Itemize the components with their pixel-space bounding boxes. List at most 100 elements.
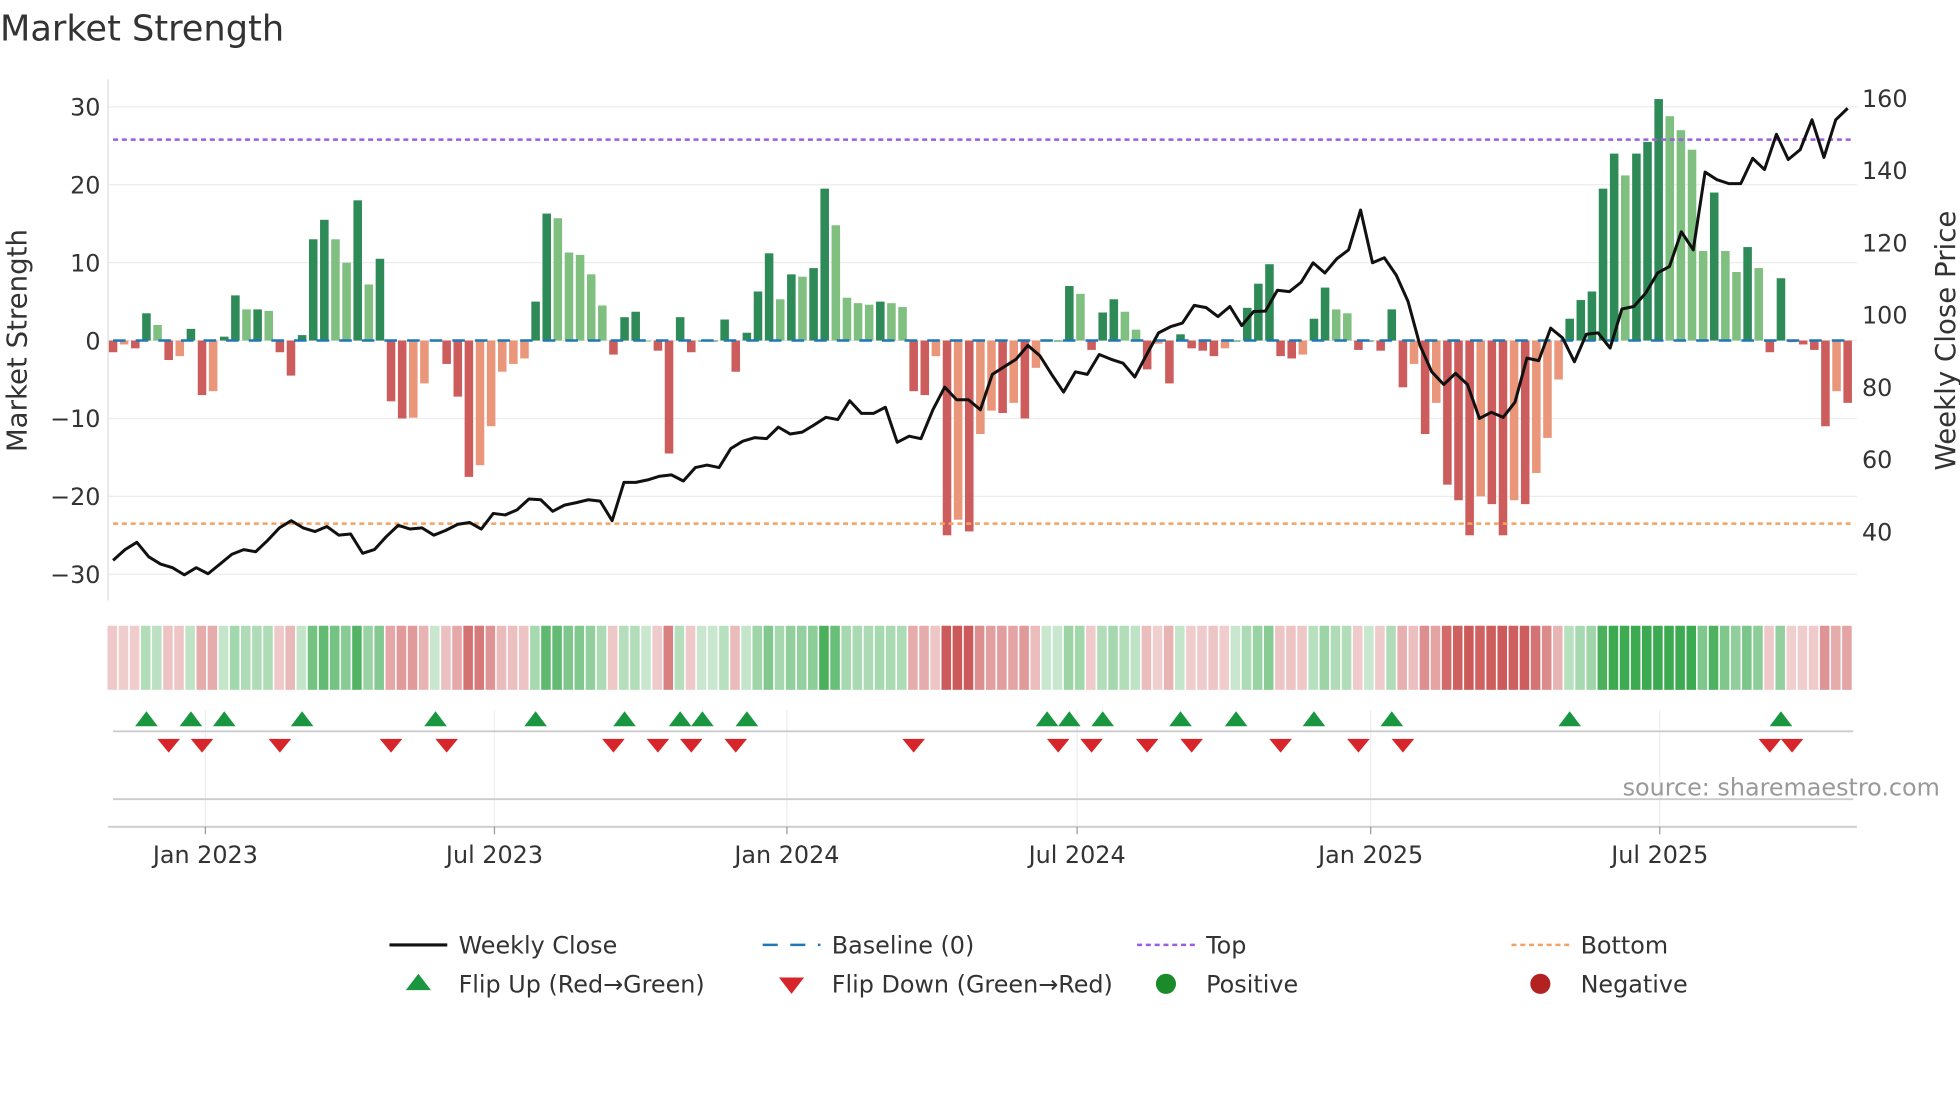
strength-bar [931, 340, 941, 357]
strip-cell [874, 625, 885, 690]
strip-cell [452, 625, 462, 690]
strip-cell [796, 625, 807, 690]
legend: Weekly Close Baseline (0) Top Bottom Flip Up… [389, 932, 1688, 999]
strength-bar [242, 309, 251, 341]
strip-cell [674, 625, 685, 690]
flip-down-marker [902, 738, 925, 753]
circle-icon [1530, 973, 1551, 994]
strength-bar [253, 309, 262, 341]
strip-cell [563, 625, 573, 690]
strength-heat-strip [107, 625, 1852, 690]
chart-title: Market Strength [0, 8, 284, 49]
strip-cell [240, 625, 251, 690]
strength-bar [1643, 141, 1652, 341]
strip-cell [1041, 625, 1052, 690]
strip-cell [974, 625, 985, 690]
strength-bar [675, 317, 685, 341]
legend-label: Bottom [1581, 932, 1669, 960]
strength-bar [1698, 250, 1708, 341]
strip-cell [1564, 625, 1574, 690]
x-tick-label: Jan 2025 [1316, 841, 1423, 869]
y-tick-label: −20 [50, 483, 100, 511]
strip-cell [641, 625, 651, 690]
strength-bar [787, 274, 796, 341]
y2-tick-label: 140 [1862, 157, 1908, 185]
flip-down-marker [1391, 738, 1415, 753]
strip-cell [596, 625, 607, 690]
flip-up-marker [1769, 711, 1793, 727]
strength-bar [1843, 340, 1852, 403]
strength-bar [453, 340, 463, 397]
triangle-down-icon [778, 977, 805, 994]
strip-cell [274, 625, 284, 690]
strip-cell [1708, 625, 1719, 690]
strength-bar [1409, 340, 1419, 364]
legend-label: Top [1205, 932, 1246, 960]
strip-cell [930, 625, 940, 690]
strip-cell [1052, 625, 1063, 690]
strip-cell [1275, 625, 1285, 690]
strip-cell [1797, 625, 1808, 690]
strength-bar [1387, 309, 1397, 341]
strength-bar [1665, 116, 1675, 341]
strip-cell [730, 625, 740, 690]
flip-up-marker [1091, 711, 1114, 727]
flip-up-marker [135, 711, 158, 727]
strength-bar [420, 340, 429, 384]
strength-bar [231, 295, 240, 341]
strength-bar [397, 340, 407, 419]
strip-cell [607, 625, 618, 690]
strip-cell [518, 625, 529, 690]
strip-cell [652, 625, 662, 690]
strip-cell [174, 625, 184, 690]
flip-down-marker [268, 738, 292, 753]
y2-axis-label: Weekly Close Price [1929, 211, 1960, 471]
flip-up-marker [1380, 711, 1404, 727]
strip-cell [396, 625, 407, 690]
strength-bar [1487, 340, 1497, 505]
legend-item: Flip Up (Red→Green) [405, 971, 705, 999]
strip-cell [1441, 625, 1452, 690]
strength-bar [286, 340, 296, 376]
strength-bar [731, 340, 741, 372]
strip-cell [1197, 625, 1207, 690]
x-tick-label: Jan 2023 [151, 841, 258, 869]
y2-tick-label: 40 [1862, 518, 1892, 546]
strength-bar [1120, 311, 1130, 341]
strength-bar [1331, 309, 1341, 341]
strength-bar [920, 340, 930, 396]
strength-bar [1721, 250, 1730, 341]
flip-up-marker [524, 711, 547, 727]
circle-icon [1155, 973, 1176, 994]
flip-down-marker [1180, 738, 1203, 753]
strip-cell [1586, 625, 1596, 690]
strip-cell [997, 625, 1007, 690]
strength-bar [753, 291, 763, 341]
strength-bar [164, 340, 173, 361]
y2-tick-label: 100 [1862, 302, 1908, 330]
strip-cell [485, 625, 496, 690]
strength-bar [1165, 340, 1174, 384]
strip-cell [352, 625, 362, 690]
strip-cell [941, 625, 952, 690]
legend-label: Baseline (0) [832, 932, 975, 960]
strength-bar [186, 328, 196, 341]
legend-item: Top [1137, 932, 1246, 960]
strength-bar [1009, 340, 1019, 403]
strength-bar [464, 340, 474, 477]
strip-cell [1308, 625, 1318, 690]
strength-bar [653, 340, 663, 351]
strip-cell [1074, 625, 1085, 690]
strip-cell [1097, 625, 1107, 690]
strength-bar [664, 340, 674, 454]
strip-cell [1174, 625, 1185, 690]
strength-bar [1398, 340, 1408, 388]
strip-cell [1642, 625, 1652, 690]
flip-down-marker [379, 738, 403, 753]
strength-bar [409, 340, 418, 418]
strip-cell [785, 625, 796, 690]
strength-bar [375, 258, 385, 341]
strength-bar [1131, 329, 1141, 341]
y2-tick-label: 80 [1862, 374, 1892, 402]
strength-bar [1776, 278, 1786, 341]
